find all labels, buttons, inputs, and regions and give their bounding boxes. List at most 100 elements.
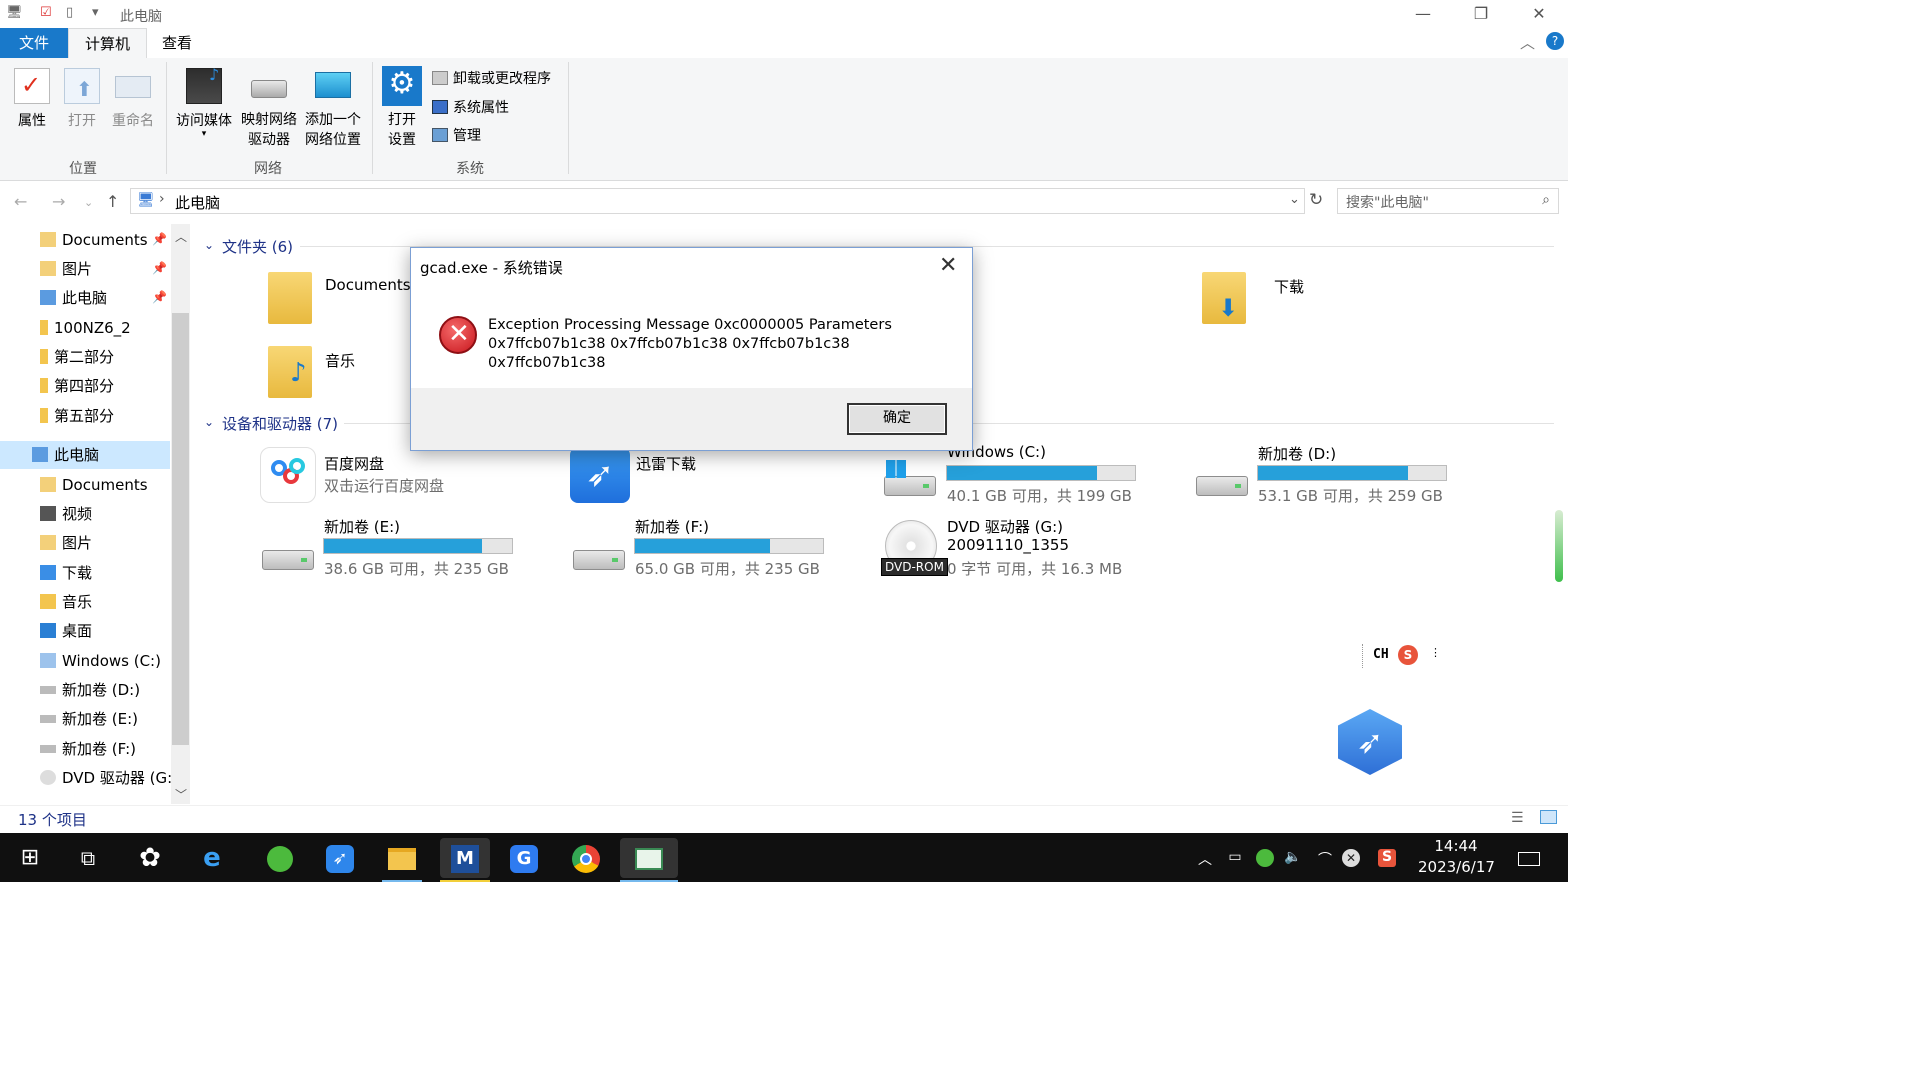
battery-icon[interactable]: ▭ [1226,849,1244,867]
drive-tile-e[interactable]: 新加卷 (E:) 38.6 GB 可用，共 235 GB [258,514,528,580]
add-network-location-button[interactable]: 添加一个 网络位置 [302,68,364,149]
computer-icon[interactable]: 🖥 [6,5,23,20]
drive-tile-d[interactable]: 新加卷 (D:) 53.1 GB 可用，共 259 GB [1192,440,1462,506]
show-hidden-icons-icon[interactable]: ︿ [1196,849,1214,868]
system-properties-button[interactable]: 系统属性 [432,97,509,119]
wifi-icon[interactable]: ⌒ [1316,849,1334,868]
nav-item-drive-f[interactable]: 新加卷 (F:) [40,735,136,763]
ime-toolbar[interactable]: CH S ⋮ [1362,644,1444,668]
file-explorer-icon[interactable] [382,838,422,882]
open-button[interactable]: ⬆ 打开 [64,68,100,130]
recent-locations-icon[interactable]: ⌄ [84,196,93,209]
start-windows-icon[interactable]: ⊞ [10,838,50,878]
details-view-icon[interactable]: ☰ [1511,810,1524,826]
tab-file[interactable]: 文件 [0,28,68,58]
ie-browser-icon[interactable]: e [192,838,232,878]
gstarcad-icon[interactable]: G [504,838,544,878]
nav-scrollbar-thumb[interactable] [172,313,189,745]
folder-tile-downloads[interactable]: ⬇ 下载 [1200,270,1360,326]
quick-access-dropdown-icon[interactable]: ▾ [92,5,99,20]
xunlei-taskbar-icon[interactable]: ➶ [320,838,360,878]
open-settings-button[interactable]: ⚙ 打开 设置 [380,66,424,149]
collapse-chevron-icon[interactable]: ⌄ [204,238,214,252]
nav-item-desktop[interactable]: 桌面 [40,617,92,645]
dialog-close-icon[interactable]: ✕ [939,253,957,278]
taskbar-clock[interactable]: 14:44 2023/6/17 [1418,836,1495,878]
task-view-icon[interactable]: ⧉ [68,838,108,878]
drive-tile-f[interactable]: 新加卷 (F:) 65.0 GB 可用，共 235 GB [569,514,839,580]
nav-item-drive-c[interactable]: Windows (C:) [40,647,161,675]
drive-info: 40.1 GB 可用，共 199 GB [947,487,1132,505]
side-widget-bar[interactable] [1555,510,1563,582]
properties-quick-icon[interactable]: ☑ [40,5,52,20]
refresh-icon[interactable]: ↻ [1309,190,1323,210]
collapse-ribbon-icon[interactable]: ︿ [1520,32,1535,53]
address-bar[interactable]: 🖥 › 此电脑 ⌄ [130,188,1305,214]
nav-item-documents[interactable]: Documents [40,471,148,499]
folders-section-header[interactable]: 文件夹 (6) [222,236,293,257]
sogou-ime-icon[interactable]: S [1398,645,1418,665]
chrome-browser-icon[interactable] [566,838,606,878]
nav-item-documents-pinned[interactable]: Documents [40,226,148,254]
properties-button[interactable]: ✓ 属性 [14,68,50,130]
nav-item-videos[interactable]: 视频 [40,500,92,528]
nav-item-100nz6[interactable]: 100NZ6_2 [40,314,131,342]
folder-tile-music[interactable]: ♪ 音乐 [266,344,426,400]
manage-button[interactable]: 管理 [432,125,481,147]
collapse-chevron-icon[interactable]: ⌄ [204,415,214,429]
sogou-tray-icon[interactable]: S [1378,849,1396,867]
help-icon[interactable]: ? [1546,32,1564,50]
breadcrumb-chevron-icon[interactable]: › [159,191,165,207]
nav-item-this-pc[interactable]: 此电脑 [0,441,170,469]
nav-item-pictures[interactable]: 图片 [40,529,92,557]
folder-tile-documents[interactable]: Documents [266,270,426,326]
tab-computer[interactable]: 计算机 [68,28,148,58]
360-browser-icon[interactable] [260,838,300,878]
scroll-up-icon[interactable]: ︿ [175,228,187,245]
rename-button[interactable]: 重命名 [110,68,156,130]
nav-item-pictures-pinned[interactable]: 图片 [40,255,92,283]
breadcrumb-this-pc[interactable]: 此电脑 [175,192,220,213]
notification-center-icon[interactable] [1518,852,1540,866]
nav-item-part5[interactable]: 第五部分 [40,402,114,430]
ime-mode-label[interactable]: CH [1373,647,1389,662]
forward-arrow-icon[interactable]: → [52,192,65,211]
volume-icon[interactable]: 🔈 [1284,849,1302,867]
nav-item-this-pc-pinned[interactable]: 此电脑 [40,284,107,312]
up-arrow-icon[interactable]: ↑ [106,192,119,211]
uninstall-program-button[interactable]: 卸载或更改程序 [432,68,551,90]
access-media-button[interactable]: ♪ 访问媒体 ▾ [172,65,236,139]
nav-item-part2[interactable]: 第二部分 [40,343,114,371]
nav-label: 视频 [62,505,93,523]
error-window-taskbar-icon[interactable] [620,838,678,882]
close-button[interactable]: ✕ [1510,0,1568,28]
devices-section-header[interactable]: 设备和驱动器 (7) [222,413,338,434]
nav-item-dvd-g[interactable]: DVD 驱动器 (G:) [40,764,178,792]
drive-tile-dvd-g[interactable]: DVD-ROM DVD 驱动器 (G:) 20091110_1355 0 字节 … [880,514,1160,580]
address-dropdown-icon[interactable]: ⌄ [1289,192,1300,207]
app-tile-xunlei[interactable]: ➶ 迅雷下载 [568,445,768,505]
search-input[interactable]: 搜索"此电脑" ⌕ [1337,188,1559,214]
new-folder-quick-icon[interactable]: ▯ [66,5,73,20]
sogou-app-icon[interactable]: ✿ [130,838,170,878]
360-tray-icon[interactable] [1256,849,1274,867]
nav-item-music[interactable]: 音乐 [40,588,92,616]
xunlei-float-widget[interactable]: ➶ [1338,707,1402,777]
ok-button[interactable]: 确定 [847,403,947,435]
large-icons-view-icon[interactable] [1540,810,1557,824]
scroll-down-icon[interactable]: ﹀ [175,786,187,803]
map-network-drive-button[interactable]: 映射网络 驱动器 [238,68,300,149]
tab-view[interactable]: 查看 [146,28,208,58]
nav-item-downloads[interactable]: 下载 [40,559,92,587]
gcad-app-icon[interactable]: M [440,838,490,882]
nav-item-part4[interactable]: 第四部分 [40,372,114,400]
restore-button[interactable]: ❐ [1452,0,1510,28]
back-arrow-icon[interactable]: ← [14,192,27,211]
nav-item-drive-d[interactable]: 新加卷 (D:) [40,676,140,704]
network-disconnected-icon[interactable]: ✕ [1342,849,1360,867]
nav-item-drive-e[interactable]: 新加卷 (E:) [40,705,138,733]
minimize-button[interactable]: — [1394,0,1452,28]
ime-grip[interactable] [1362,644,1363,668]
ime-options-icon[interactable]: ⋮ [1430,646,1441,659]
app-tile-baidu[interactable]: 百度网盘 双击运行百度网盘 [258,445,498,505]
